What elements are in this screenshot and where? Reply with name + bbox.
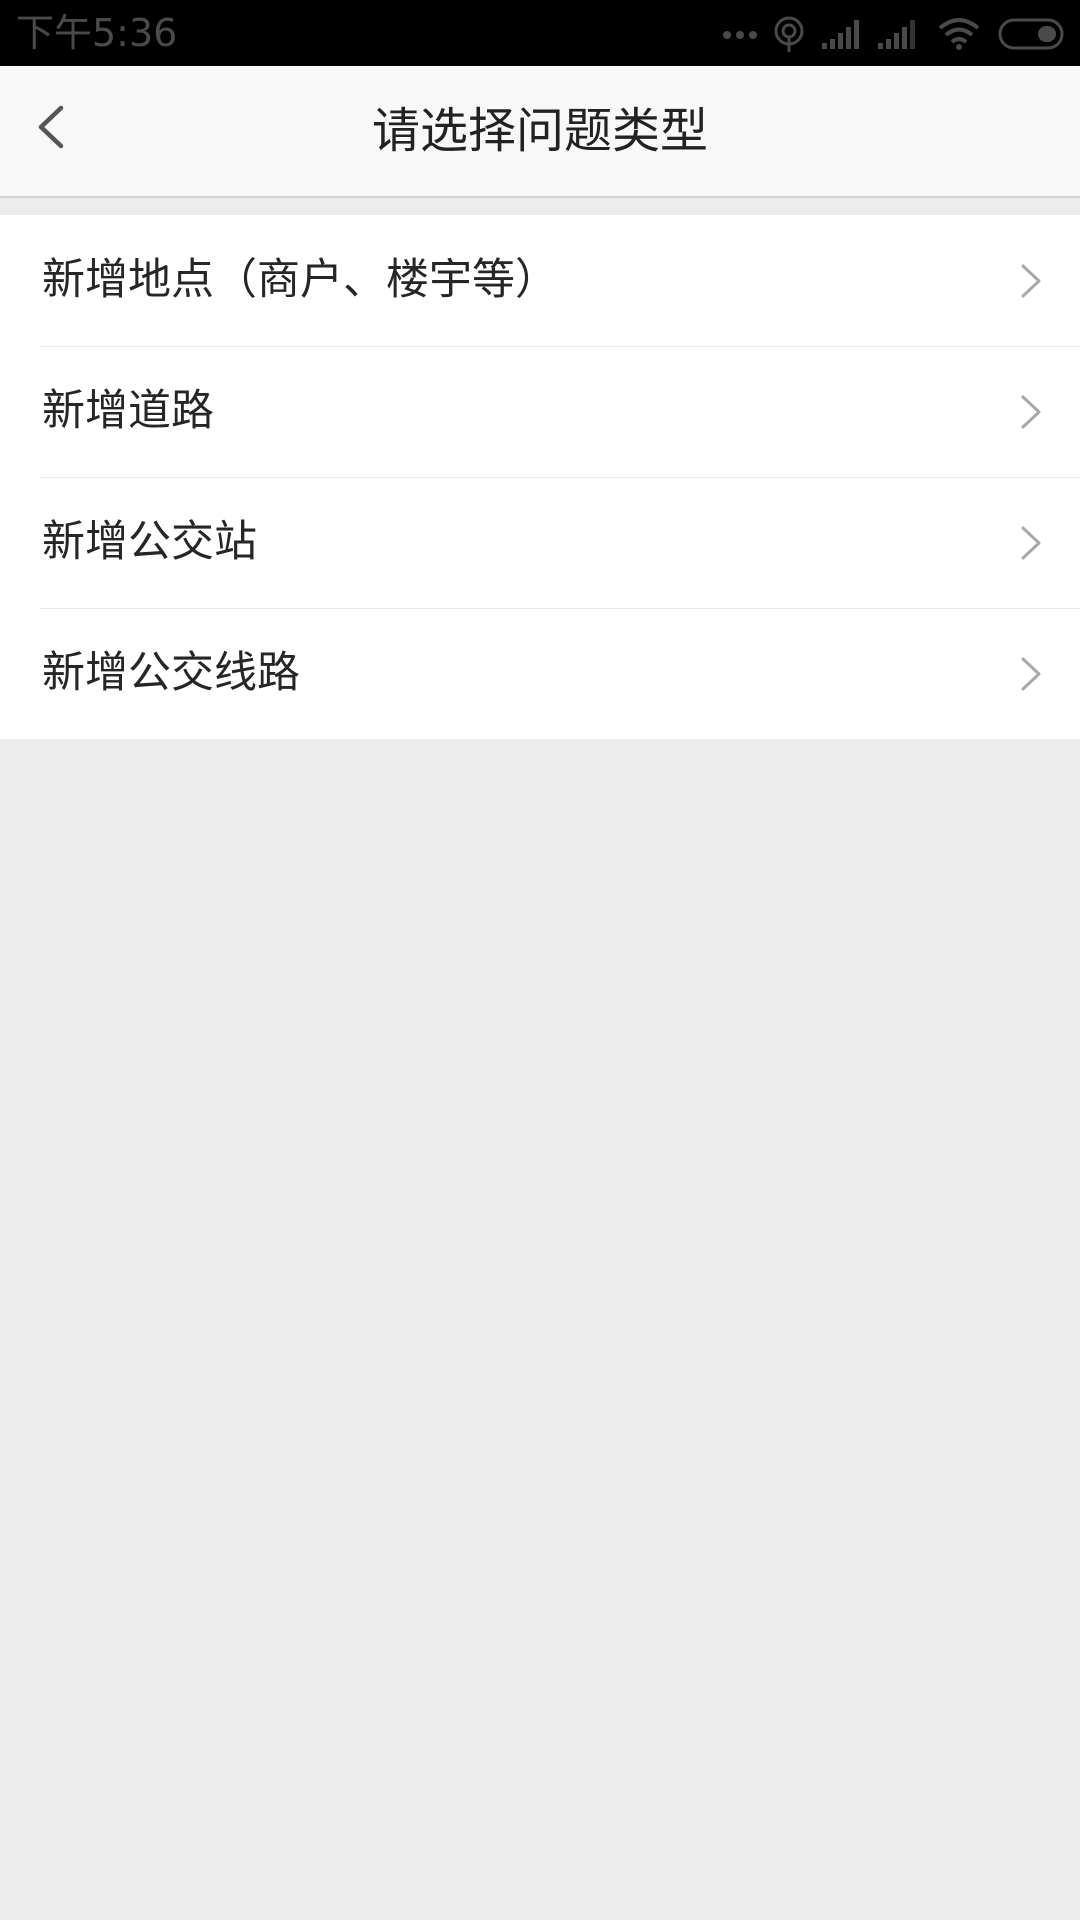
more-dots-icon	[722, 28, 758, 40]
status-bar: 下午5:36	[0, 0, 1080, 66]
chevron-right-icon	[1020, 525, 1042, 561]
list-item-new-bus-stop[interactable]: 新增公交站	[0, 477, 1080, 608]
list-item-label: 新增公交线路	[42, 648, 300, 698]
chevron-left-icon	[35, 105, 65, 153]
list-item-new-bus-line[interactable]: 新增公交线路	[0, 608, 1080, 739]
status-icons	[722, 14, 1066, 54]
signal-icon	[822, 19, 866, 49]
battery-icon	[998, 18, 1066, 50]
page-title: 请选择问题类型	[371, 103, 708, 159]
list-item-new-place[interactable]: 新增地点（商户、楼宇等）	[0, 215, 1080, 346]
signal-icon	[878, 19, 922, 49]
list-item-label: 新增道路	[42, 386, 214, 436]
wifi-icon	[938, 18, 980, 50]
list-item-label: 新增地点（商户、楼宇等）	[42, 255, 558, 305]
hotspot-icon	[772, 15, 806, 53]
problem-type-list: 新增地点（商户、楼宇等） 新增道路 新增公交站 新增公交线路	[0, 215, 1080, 739]
list-item-label: 新增公交站	[42, 517, 257, 567]
back-button[interactable]	[18, 94, 82, 164]
chevron-right-icon	[1020, 394, 1042, 430]
chevron-right-icon	[1020, 263, 1042, 299]
chevron-right-icon	[1020, 656, 1042, 692]
list-item-new-road[interactable]: 新增道路	[0, 346, 1080, 477]
nav-bar: 请选择问题类型	[0, 66, 1080, 198]
status-time: 下午5:36	[16, 11, 178, 55]
